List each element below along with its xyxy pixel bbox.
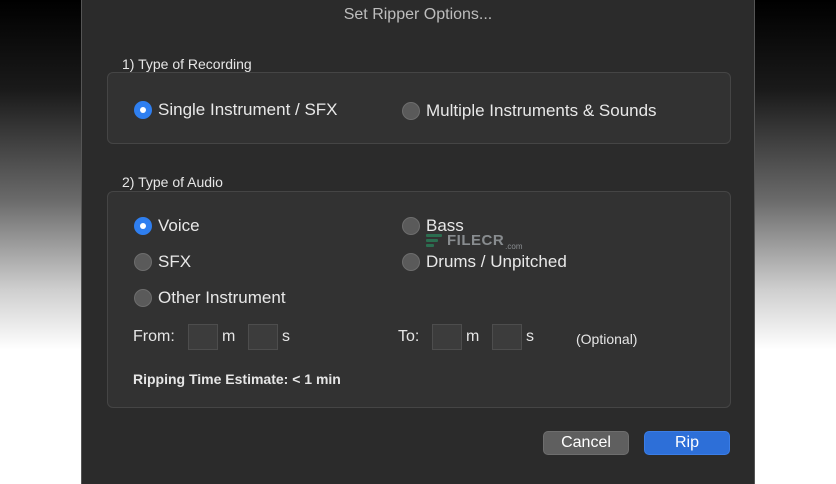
radio-button[interactable] [402, 102, 420, 120]
radio-button[interactable] [402, 217, 420, 235]
radio-label: Drums / Unpitched [426, 252, 567, 271]
radio-label: Single Instrument / SFX [158, 100, 338, 119]
ripper-options-dialog: Set Ripper Options... 1) Type of Recordi… [81, 0, 755, 484]
cancel-button[interactable]: Cancel [543, 431, 629, 455]
audio-type-group: Voice Bass SFX Drums / Unpitched Other I… [107, 191, 731, 408]
from-seconds-input[interactable] [248, 324, 278, 350]
from-seconds-unit: s [282, 328, 290, 345]
to-seconds-input[interactable] [492, 324, 522, 350]
radio-label: Multiple Instruments & Sounds [426, 101, 657, 120]
from-label: From: [133, 328, 175, 345]
radio-label: Voice [158, 216, 200, 235]
radio-other-instrument[interactable]: Other Instrument [134, 288, 286, 308]
radio-label: Other Instrument [158, 288, 286, 307]
to-label: To: [398, 328, 420, 345]
radio-multiple-instruments[interactable]: Multiple Instruments & Sounds [402, 101, 657, 121]
audio-type-label: 2) Type of Audio [122, 174, 223, 190]
radio-button[interactable] [402, 253, 420, 271]
to-minutes-unit: m [466, 328, 480, 345]
radio-voice[interactable]: Voice [134, 216, 200, 236]
radio-button[interactable] [134, 253, 152, 271]
from-minutes-input[interactable] [188, 324, 218, 350]
radio-drums-unpitched[interactable]: Drums / Unpitched [402, 252, 567, 272]
to-seconds-unit: s [526, 328, 534, 345]
rip-button[interactable]: Rip [644, 431, 730, 455]
radio-label: SFX [158, 252, 192, 271]
recording-type-group: Single Instrument / SFX Multiple Instrum… [107, 72, 731, 144]
radio-sfx[interactable]: SFX [134, 252, 191, 272]
to-minutes-input[interactable] [432, 324, 462, 350]
radio-label: Bass [426, 216, 464, 235]
radio-single-instrument[interactable]: Single Instrument / SFX [134, 100, 338, 120]
ripping-time-estimate: Ripping Time Estimate: < 1 min [133, 371, 341, 387]
optional-label: (Optional) [576, 331, 638, 347]
radio-bass[interactable]: Bass [402, 216, 464, 236]
radio-button[interactable] [134, 289, 152, 307]
recording-type-label: 1) Type of Recording [122, 56, 252, 72]
dialog-title: Set Ripper Options... [343, 6, 493, 23]
radio-button-checked[interactable] [134, 101, 152, 119]
from-minutes-unit: m [222, 328, 236, 345]
radio-button-checked[interactable] [134, 217, 152, 235]
